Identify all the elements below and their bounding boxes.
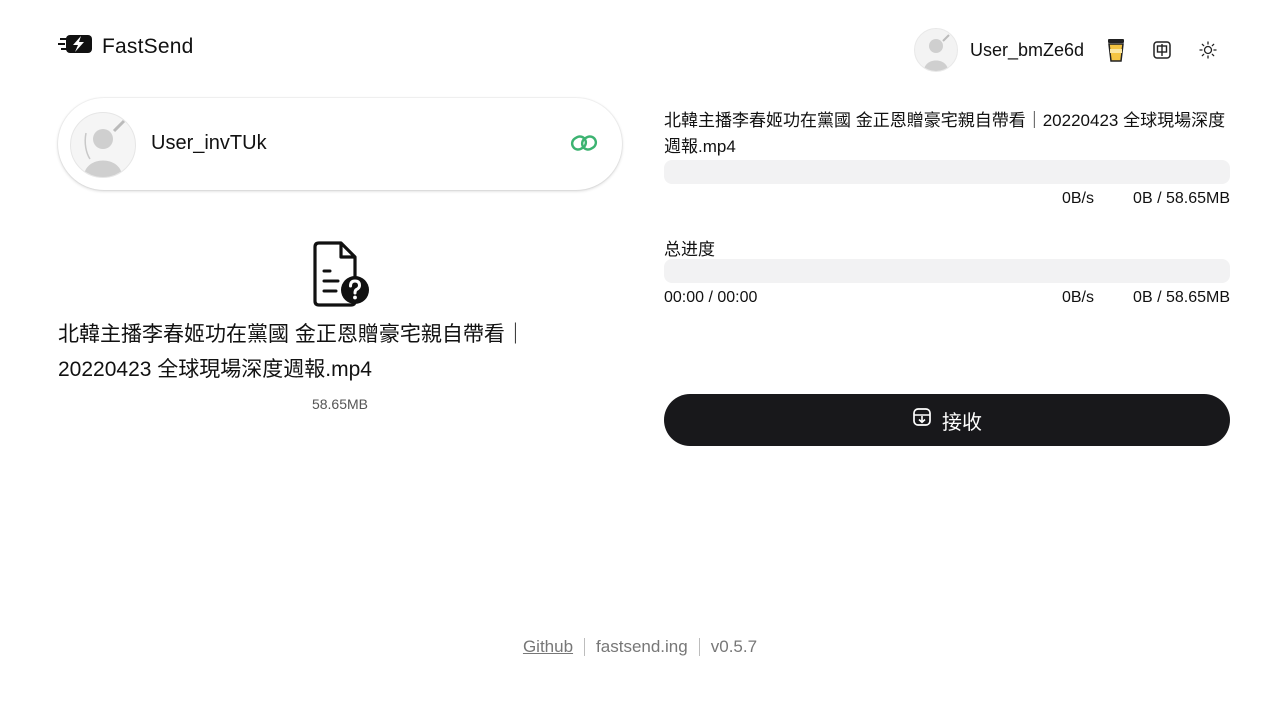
app-name: FastSend: [102, 34, 194, 58]
my-username: User_bmZe6d: [969, 39, 1084, 60]
total-time: 00:00 / 00:00: [664, 289, 758, 306]
theme-sun-icon[interactable]: [1194, 36, 1222, 64]
github-link[interactable]: Github: [523, 637, 573, 657]
file-question-icon: [311, 241, 371, 312]
file-progress-bar: [664, 160, 1230, 184]
header-user-area: User_bmZe6d: [913, 28, 1222, 72]
coffee-cup-icon[interactable]: [1102, 36, 1130, 64]
app-logo[interactable]: FastSend: [58, 30, 194, 63]
file-speed: 0B/s: [1061, 190, 1094, 207]
my-avatar[interactable]: [913, 28, 958, 72]
peer-username: User_invTUk: [151, 132, 267, 154]
receive-button-label: 接收: [942, 411, 982, 434]
file-bytes: 0B / 58.65MB: [1133, 190, 1230, 207]
footer: Github fastsend.ing v0.5.7: [0, 637, 1280, 657]
site-link[interactable]: fastsend.ing: [596, 637, 688, 657]
peer-card: User_invTUk: [58, 98, 622, 190]
transfer-file-name: 北韓主播李春姬功在黨國 金正恩贈豪宅親自帶看｜20220423 全球現場深度週報…: [664, 111, 1226, 156]
version-label: v0.5.7: [710, 637, 758, 656]
receive-button[interactable]: 接收: [664, 394, 1230, 446]
link-icon: [570, 131, 598, 160]
footer-divider: [584, 638, 586, 656]
peer-avatar: [70, 112, 136, 178]
app-root: FastSend User_bmZe6d User_invTUk 北韓主播李春姬…: [0, 0, 1280, 712]
language-toggle-icon[interactable]: [1148, 36, 1176, 64]
file-name: 北韓主播李春姬功在黨國 金正恩贈豪宅親自帶看｜20220423 全球現場深度週報…: [58, 323, 526, 381]
download-tray-icon: [912, 407, 932, 433]
total-progress-label: 总进度: [664, 240, 715, 259]
file-size: 58.65MB: [311, 396, 369, 412]
total-speed: 0B/s: [1061, 289, 1094, 306]
total-bytes: 0B / 58.65MB: [1133, 289, 1230, 306]
footer-divider: [698, 638, 700, 656]
lightning-logo-icon: [58, 30, 94, 63]
total-progress-bar: [664, 259, 1230, 283]
